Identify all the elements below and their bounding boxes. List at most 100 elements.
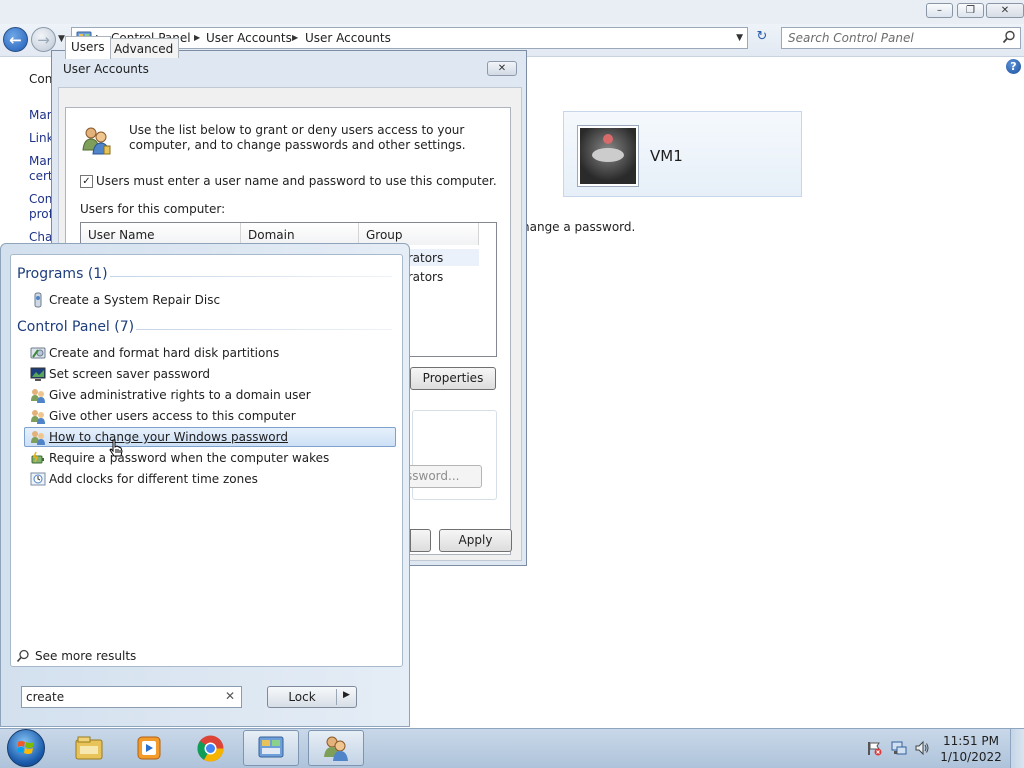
section-divider [110,276,392,277]
breadcrumb-separator-icon[interactable]: ▶ [292,33,298,42]
search-result-label: Create a System Repair Disc [49,293,221,307]
see-more-results-label: See more results [35,649,137,663]
windows-logo-icon [17,741,34,754]
clock-icon [30,472,46,486]
lock-button-label: Lock [288,690,316,704]
system-clock[interactable]: 11:51 PM 1/10/2022 [940,733,1002,765]
require-login-checkbox[interactable]: ✓ [80,175,93,188]
clear-search-icon[interactable]: ✕ [225,689,235,703]
turntable-light-icon [603,134,613,144]
search-result-label: Require a password when the computer wak… [49,451,330,465]
search-box[interactable] [781,27,1021,49]
dialog-title: User Accounts [63,62,149,76]
refresh-icon[interactable]: ↻ [752,29,772,47]
control-panel-icon [258,736,284,758]
start-search-box[interactable]: ✕ [21,686,242,708]
chrome-icon [197,735,224,762]
lock-button[interactable]: Lock ▶ [267,686,357,708]
breadcrumb-user-accounts[interactable]: User Accounts [206,31,292,45]
address-dropdown-icon[interactable]: ▼ [736,33,743,43]
minimize-button[interactable]: – [926,3,953,18]
back-button[interactable]: ← [3,27,28,52]
media-player-icon [137,736,161,760]
reset-password-button[interactable]: ssword... [400,465,482,488]
left-pane-link[interactable]: Con [29,192,52,206]
taskbar-chrome[interactable] [183,730,239,766]
require-login-label[interactable]: Users must enter a user name and passwor… [96,174,497,188]
clock-date: 1/10/2022 [940,750,1002,764]
section-divider [136,329,392,330]
close-button[interactable]: ✕ [986,3,1024,18]
change-password-link[interactable]: hange a password. [522,220,635,234]
left-pane-link[interactable]: Mar [29,154,52,168]
user-accounts-icon [324,736,348,761]
programs-header[interactable]: Programs (1) [17,266,108,282]
turntable-disc-icon [592,148,624,162]
dialog-close-button[interactable]: ✕ [487,61,517,76]
disk-management-icon [30,347,46,359]
apply-button[interactable]: Apply [439,529,512,552]
search-result-item[interactable]: Give other users access to this computer [24,406,396,426]
hand-cursor-icon [109,439,123,457]
search-icon[interactable] [1002,30,1016,44]
tab-advanced[interactable]: Advanced [108,38,180,58]
search-result-label: How to change your Windows password [49,430,288,444]
repair-disc-icon [34,292,42,308]
search-result-label: Set screen saver password [49,367,211,381]
account-picture[interactable] [578,126,638,186]
search-input[interactable] [788,30,993,46]
taskbar-user-accounts[interactable] [308,730,364,766]
column-header-domain[interactable]: Domain [241,223,359,245]
taskbar-control-panel[interactable] [243,730,299,766]
search-result-label: Add clocks for different time zones [49,472,258,486]
left-pane-header: Con [29,72,53,86]
column-header-group[interactable]: Group [359,223,479,245]
search-result-label: Create and format hard disk partitions [49,346,280,360]
column-header-user-name[interactable]: User Name [81,223,241,245]
dialog-intro-text: Use the list below to grant or deny user… [129,123,466,152]
search-result-item[interactable]: Require a password when the computer wak… [24,448,396,468]
start-button[interactable] [7,729,45,767]
account-name: VM1 [650,147,683,165]
network-icon[interactable] [891,740,907,756]
taskbar-explorer[interactable] [62,730,118,766]
search-result-item[interactable]: Set screen saver password [24,364,396,384]
maximize-button[interactable]: ❐ [957,3,984,18]
start-search-input[interactable] [26,689,211,705]
search-result-item[interactable]: Create and format hard disk partitions [24,343,396,363]
users-icon [31,431,45,445]
cancel-button[interactable] [410,529,431,552]
split-divider [336,689,337,705]
power-options-icon [31,451,44,464]
control-panel-header[interactable]: Control Panel (7) [17,319,134,335]
show-desktop-button[interactable] [1010,729,1024,768]
left-pane-link[interactable]: Link [29,131,54,145]
users-icon [31,410,45,424]
left-pane-link[interactable]: Mar [29,108,52,122]
users-icon [82,127,111,155]
search-icon [16,649,29,663]
account-tile[interactable]: VM1 [563,111,802,197]
search-result-item-highlighted[interactable]: How to change your Windows password [24,427,396,447]
screen-saver-icon [30,367,46,381]
shutdown-options-arrow-icon[interactable]: ▶ [343,690,350,700]
left-pane-link[interactable]: Cha [29,230,52,244]
forward-button[interactable]: → [31,27,56,52]
users-icon [31,389,45,403]
volume-icon[interactable] [914,740,930,756]
window-titlebar [0,0,1024,24]
search-result-label: Give other users access to this computer [49,409,296,423]
search-result-item[interactable]: Add clocks for different time zones [24,469,396,489]
search-result-item[interactable]: Give administrative rights to a domain u… [24,385,396,405]
users-list-label: Users for this computer: [80,202,226,216]
recent-pages-arrow-icon[interactable]: ▼ [58,34,65,44]
search-result-item[interactable]: Create a System Repair Disc [24,290,396,310]
breadcrumb-separator-icon[interactable]: ▶ [194,33,200,42]
search-result-label: Give administrative rights to a domain u… [49,388,311,402]
help-icon[interactable]: ? [1006,59,1021,74]
tab-users[interactable]: Users [65,36,111,59]
taskbar-media-player[interactable] [122,730,178,766]
action-center-flag-icon[interactable] [866,740,882,756]
breadcrumb-user-accounts-current[interactable]: User Accounts [305,31,391,45]
properties-button[interactable]: Properties [410,367,496,390]
